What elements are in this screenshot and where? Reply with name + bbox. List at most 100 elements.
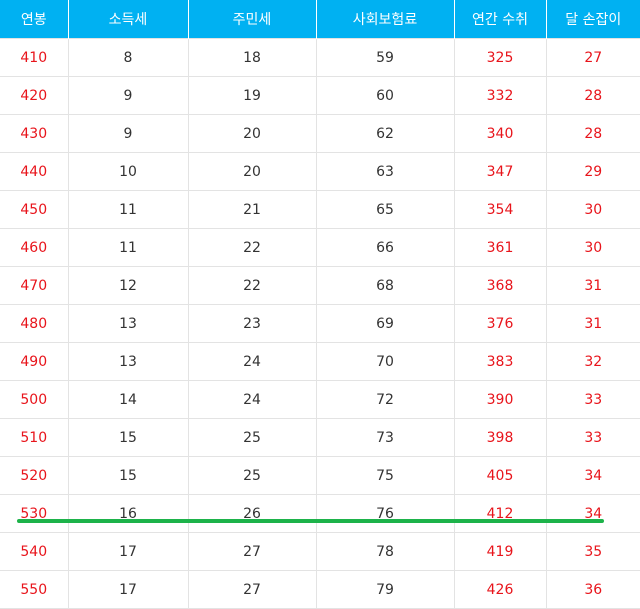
social-insurance-cell: 68 — [315, 266, 455, 305]
income-tax-cell: 15 — [67, 418, 189, 457]
monthly-net-cell: 28 — [545, 76, 640, 115]
social-insurance-cell: 66 — [315, 228, 455, 267]
income-tax-cell: 17 — [67, 570, 189, 609]
table-row: 510 15 25 73 398 33 — [0, 418, 640, 457]
social-insurance-cell: 70 — [315, 342, 455, 381]
resident-tax-cell: 22 — [187, 228, 317, 267]
table-row: 550 17 27 79 426 36 — [0, 570, 640, 609]
table-row: 530 16 26 76 412 34 — [0, 494, 640, 533]
social-insurance-cell: 73 — [315, 418, 455, 457]
annual-net-cell: 347 — [453, 152, 547, 191]
annual-net-cell: 390 — [453, 380, 547, 419]
table-header: 연봉 소득세 주민세 사회보험료 연간 수취 달 손잡이 — [0, 0, 640, 39]
table-row: 480 13 23 69 376 31 — [0, 304, 640, 343]
annual-salary-cell: 490 — [0, 342, 69, 381]
annual-net-cell: 325 — [453, 38, 547, 77]
income-tax-cell: 11 — [67, 228, 189, 267]
header-annual-salary: 연봉 — [0, 0, 69, 39]
annual-salary-cell: 460 — [0, 228, 69, 267]
income-tax-cell: 10 — [67, 152, 189, 191]
header-resident-tax: 주민세 — [187, 0, 317, 39]
header-social-insurance: 사회보험료 — [315, 0, 455, 39]
resident-tax-cell: 27 — [187, 532, 317, 571]
annual-net-cell: 398 — [453, 418, 547, 457]
resident-tax-cell: 23 — [187, 304, 317, 343]
annual-net-cell: 376 — [453, 304, 547, 343]
social-insurance-cell: 60 — [315, 76, 455, 115]
table-row: 430 9 20 62 340 28 — [0, 114, 640, 153]
annual-net-cell: 426 — [453, 570, 547, 609]
table-row: 410 8 18 59 325 27 — [0, 38, 640, 77]
annual-salary-cell: 470 — [0, 266, 69, 305]
social-insurance-cell: 59 — [315, 38, 455, 77]
header-row: 연봉 소득세 주민세 사회보험료 연간 수취 달 손잡이 — [0, 0, 640, 39]
social-insurance-cell: 79 — [315, 570, 455, 609]
monthly-net-cell: 36 — [545, 570, 640, 609]
resident-tax-cell: 18 — [187, 38, 317, 77]
resident-tax-cell: 21 — [187, 190, 317, 229]
income-tax-cell: 8 — [67, 38, 189, 77]
social-insurance-cell: 62 — [315, 114, 455, 153]
resident-tax-cell: 20 — [187, 152, 317, 191]
monthly-net-cell: 34 — [545, 494, 640, 533]
table-row: 520 15 25 75 405 34 — [0, 456, 640, 495]
header-income-tax: 소득세 — [67, 0, 189, 39]
annual-salary-cell: 450 — [0, 190, 69, 229]
annual-net-cell: 405 — [453, 456, 547, 495]
annual-net-cell: 419 — [453, 532, 547, 571]
annual-salary-cell: 430 — [0, 114, 69, 153]
social-insurance-cell: 75 — [315, 456, 455, 495]
social-insurance-cell: 72 — [315, 380, 455, 419]
income-tax-cell: 11 — [67, 190, 189, 229]
annual-salary-cell: 540 — [0, 532, 69, 571]
resident-tax-cell: 27 — [187, 570, 317, 609]
resident-tax-cell: 19 — [187, 76, 317, 115]
income-tax-cell: 13 — [67, 342, 189, 381]
table-row: 460 11 22 66 361 30 — [0, 228, 640, 267]
table-row: 420 9 19 60 332 28 — [0, 76, 640, 115]
monthly-net-cell: 33 — [545, 418, 640, 457]
monthly-net-cell: 31 — [545, 266, 640, 305]
income-tax-cell: 12 — [67, 266, 189, 305]
monthly-net-cell: 33 — [545, 380, 640, 419]
table-row: 470 12 22 68 368 31 — [0, 266, 640, 305]
annual-salary-cell: 440 — [0, 152, 69, 191]
social-insurance-cell: 65 — [315, 190, 455, 229]
monthly-net-cell: 30 — [545, 228, 640, 267]
social-insurance-cell: 76 — [315, 494, 455, 533]
table-row: 540 17 27 78 419 35 — [0, 532, 640, 571]
monthly-net-cell: 27 — [545, 38, 640, 77]
income-tax-cell: 15 — [67, 456, 189, 495]
table-row: 450 11 21 65 354 30 — [0, 190, 640, 229]
income-tax-cell: 9 — [67, 76, 189, 115]
social-insurance-cell: 63 — [315, 152, 455, 191]
annual-salary-cell: 530 — [0, 494, 69, 533]
annual-net-cell: 383 — [453, 342, 547, 381]
income-tax-cell: 9 — [67, 114, 189, 153]
annual-net-cell: 332 — [453, 76, 547, 115]
monthly-net-cell: 35 — [545, 532, 640, 571]
highlight-underline — [17, 519, 604, 523]
annual-net-cell: 361 — [453, 228, 547, 267]
monthly-net-cell: 28 — [545, 114, 640, 153]
monthly-net-cell: 29 — [545, 152, 640, 191]
header-monthly-net: 달 손잡이 — [545, 0, 640, 39]
resident-tax-cell: 24 — [187, 342, 317, 381]
income-tax-cell: 16 — [67, 494, 189, 533]
table-row: 440 10 20 63 347 29 — [0, 152, 640, 191]
annual-salary-cell: 410 — [0, 38, 69, 77]
annual-salary-cell: 500 — [0, 380, 69, 419]
income-tax-cell: 13 — [67, 304, 189, 343]
social-insurance-cell: 78 — [315, 532, 455, 571]
annual-net-cell: 340 — [453, 114, 547, 153]
annual-salary-cell: 420 — [0, 76, 69, 115]
resident-tax-cell: 20 — [187, 114, 317, 153]
table-body: 410 8 18 59 325 27 420 9 19 60 332 28 430 9 20 62 340 28 4… — [0, 38, 640, 609]
annual-salary-cell: 550 — [0, 570, 69, 609]
monthly-net-cell: 34 — [545, 456, 640, 495]
monthly-net-cell: 30 — [545, 190, 640, 229]
table-row: 500 14 24 72 390 33 — [0, 380, 640, 419]
resident-tax-cell: 22 — [187, 266, 317, 305]
monthly-net-cell: 32 — [545, 342, 640, 381]
resident-tax-cell: 25 — [187, 456, 317, 495]
